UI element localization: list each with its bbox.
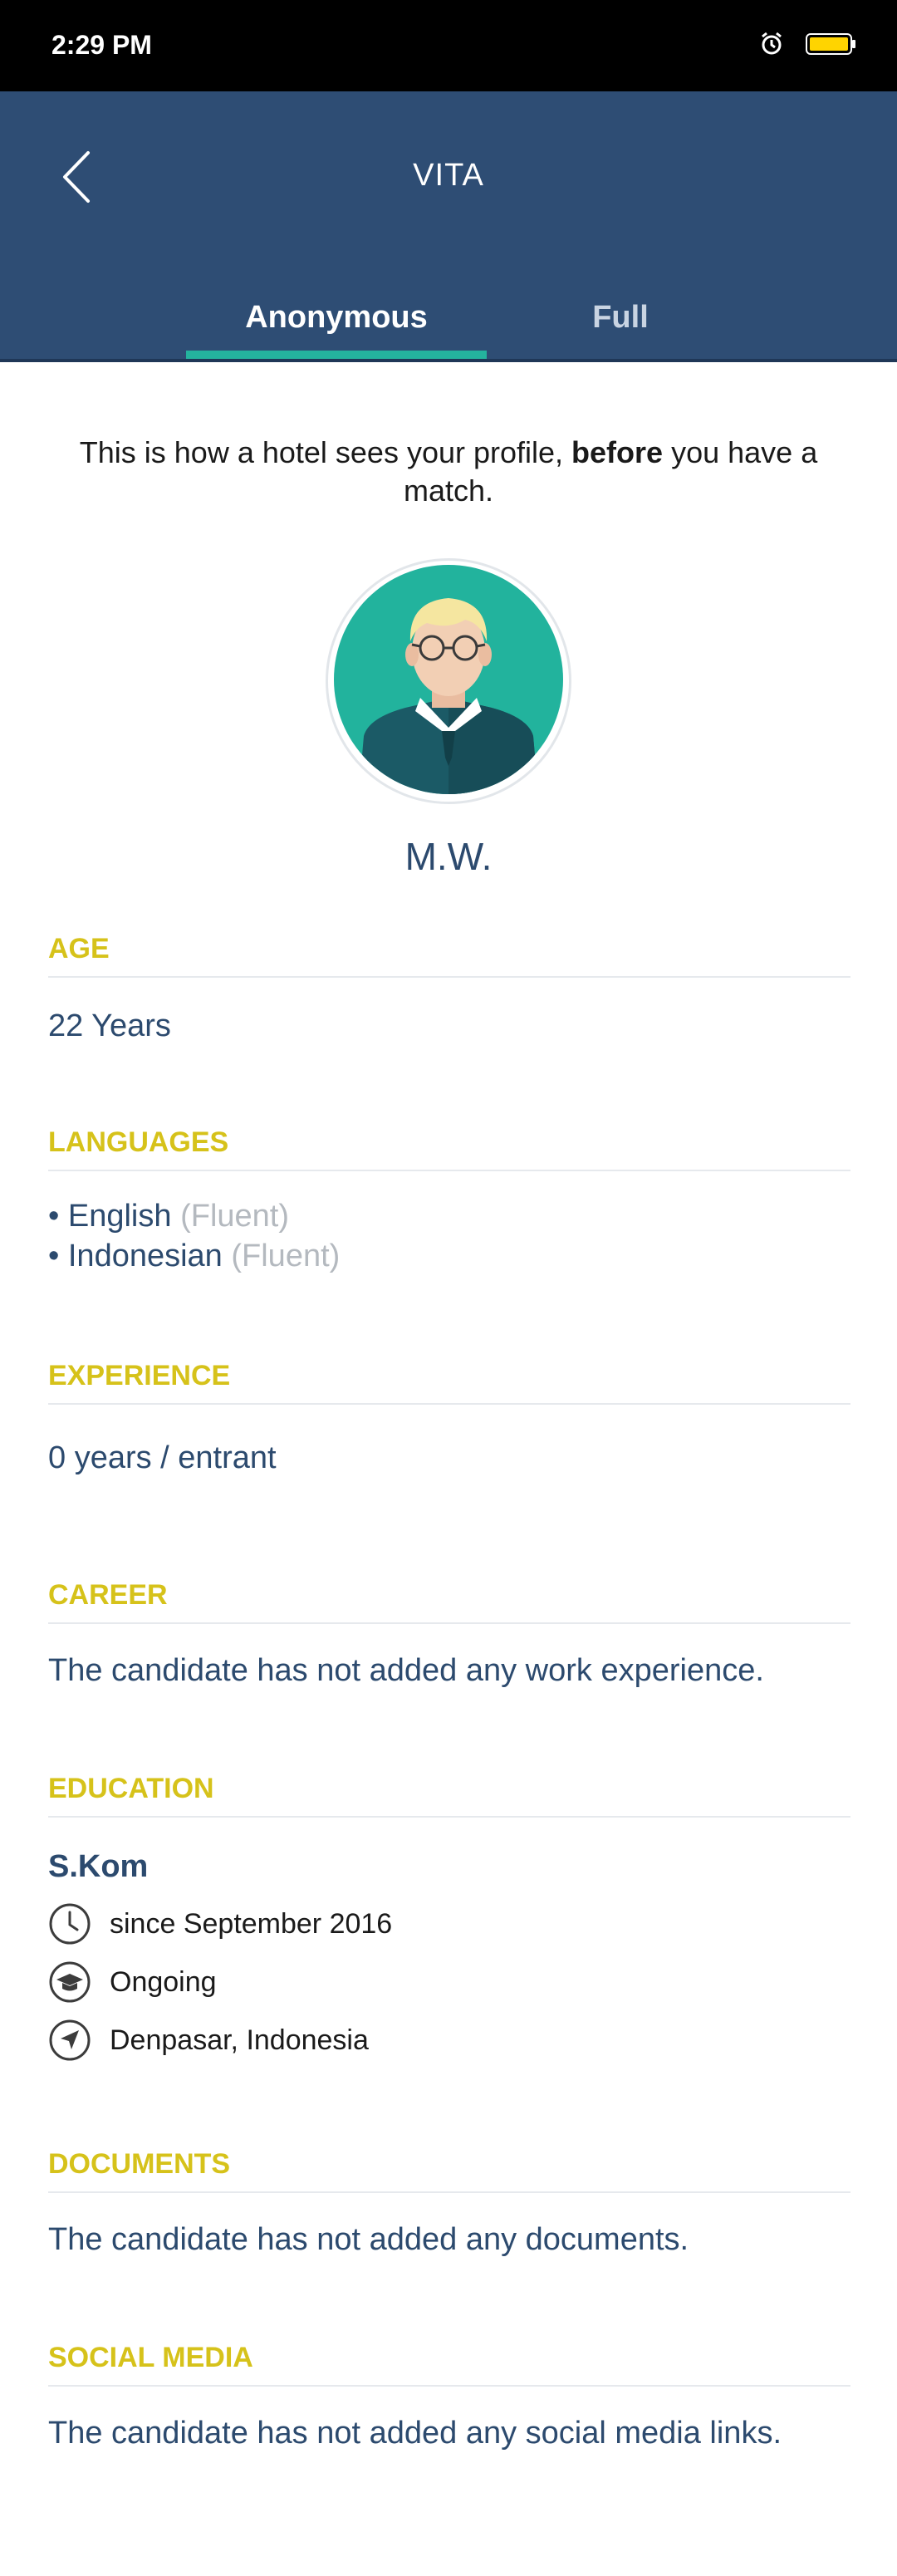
tab-anonymous[interactable]: Anonymous xyxy=(186,284,487,351)
education-degree: S.Kom xyxy=(48,1849,149,1884)
section-divider xyxy=(48,1622,850,1624)
section-title-education: EDUCATION xyxy=(48,1773,214,1804)
section-title-career: CAREER xyxy=(48,1579,168,1611)
section-divider xyxy=(48,1403,850,1405)
graduation-cap-icon xyxy=(48,1960,91,2004)
section-divider xyxy=(48,2191,850,2193)
section-divider xyxy=(48,1816,850,1818)
battery-icon xyxy=(806,32,857,60)
section-title-languages: LANGUAGES xyxy=(48,1126,229,1158)
language-level: (Fluent) xyxy=(231,1239,341,1273)
list-item: • English (Fluent) xyxy=(48,1196,850,1236)
section-title-documents: DOCUMENTS xyxy=(48,2148,231,2180)
intro-text-start: This is how a hotel sees your profile, xyxy=(79,435,572,469)
status-icons xyxy=(759,32,857,61)
status-bar: 2:29 PM xyxy=(0,0,897,91)
education-since-row: since September 2016 xyxy=(48,1895,850,1953)
section-title-social-media: SOCIAL MEDIA xyxy=(48,2342,253,2373)
list-bullet: • xyxy=(48,1239,68,1273)
age-value: 22 Years xyxy=(48,1008,171,1043)
language-level: (Fluent) xyxy=(180,1199,289,1234)
section-social-media: SOCIAL MEDIA The candidate has not added… xyxy=(48,2342,850,2453)
career-value: The candidate has not added any work exp… xyxy=(48,1653,764,1688)
status-time: 2:29 PM xyxy=(51,30,152,60)
section-divider xyxy=(48,1170,850,1171)
user-avatar-icon xyxy=(334,564,563,798)
section-divider xyxy=(48,2385,850,2387)
education-status: Ongoing xyxy=(110,1965,217,1998)
list-bullet: • xyxy=(48,1199,68,1234)
section-title-age: AGE xyxy=(48,933,110,964)
intro-text-emphasis: before xyxy=(571,435,664,469)
section-experience: EXPERIENCE 0 years / entrant xyxy=(48,1360,850,1478)
location-arrow-icon xyxy=(48,2019,91,2062)
education-location-row: Denpasar, Indonesia xyxy=(48,2011,850,2069)
section-career: CAREER The candidate has not added any w… xyxy=(48,1579,850,1690)
page-title: VITA xyxy=(413,158,484,193)
section-title-experience: EXPERIENCE xyxy=(48,1360,231,1391)
documents-value: The candidate has not added any document… xyxy=(48,2222,689,2257)
alarm-icon xyxy=(759,32,784,61)
languages-list: • English (Fluent) • Indonesian (Fluent) xyxy=(48,1196,850,1276)
list-item: • Indonesian (Fluent) xyxy=(48,1236,850,1276)
social-media-value: The candidate has not added any social m… xyxy=(48,2416,782,2451)
app-header: VITA Anonymous Full xyxy=(0,91,897,359)
intro-text: This is how a hotel sees your profile, b… xyxy=(50,434,847,510)
section-education: EDUCATION S.Kom since September 2016 Ong… xyxy=(48,1773,850,2069)
section-documents: DOCUMENTS The candidate has not added an… xyxy=(48,2148,850,2260)
avatar xyxy=(326,558,571,804)
active-tab-indicator xyxy=(186,351,487,359)
section-languages: LANGUAGES • English (Fluent) • Indonesia… xyxy=(48,1126,850,1276)
language-name: Indonesian xyxy=(67,1239,223,1273)
tab-bar: Anonymous Full xyxy=(0,284,897,359)
education-status-row: Ongoing xyxy=(48,1953,850,2011)
section-age: AGE 22 Years xyxy=(48,933,850,1046)
experience-value: 0 years / entrant xyxy=(48,1440,277,1475)
clock-icon xyxy=(48,1902,91,1945)
header-divider xyxy=(0,359,897,362)
education-location: Denpasar, Indonesia xyxy=(110,2024,369,2056)
language-name: English xyxy=(67,1199,172,1234)
education-since: since September 2016 xyxy=(110,1907,393,1940)
tab-full[interactable]: Full xyxy=(487,284,754,351)
section-divider xyxy=(48,976,850,978)
candidate-initials: M.W. xyxy=(404,835,493,878)
